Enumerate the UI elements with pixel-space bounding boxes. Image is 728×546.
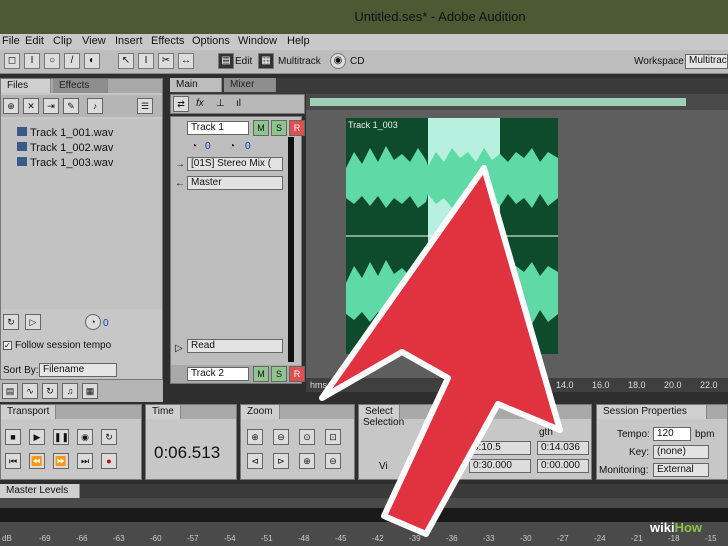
watermark: wikiHow	[650, 520, 702, 535]
watermark-wiki: wiki	[650, 520, 675, 535]
watermark-how: How	[674, 520, 703, 535]
arrow-overlay	[319, 165, 563, 537]
pointer-arrow	[319, 165, 563, 537]
